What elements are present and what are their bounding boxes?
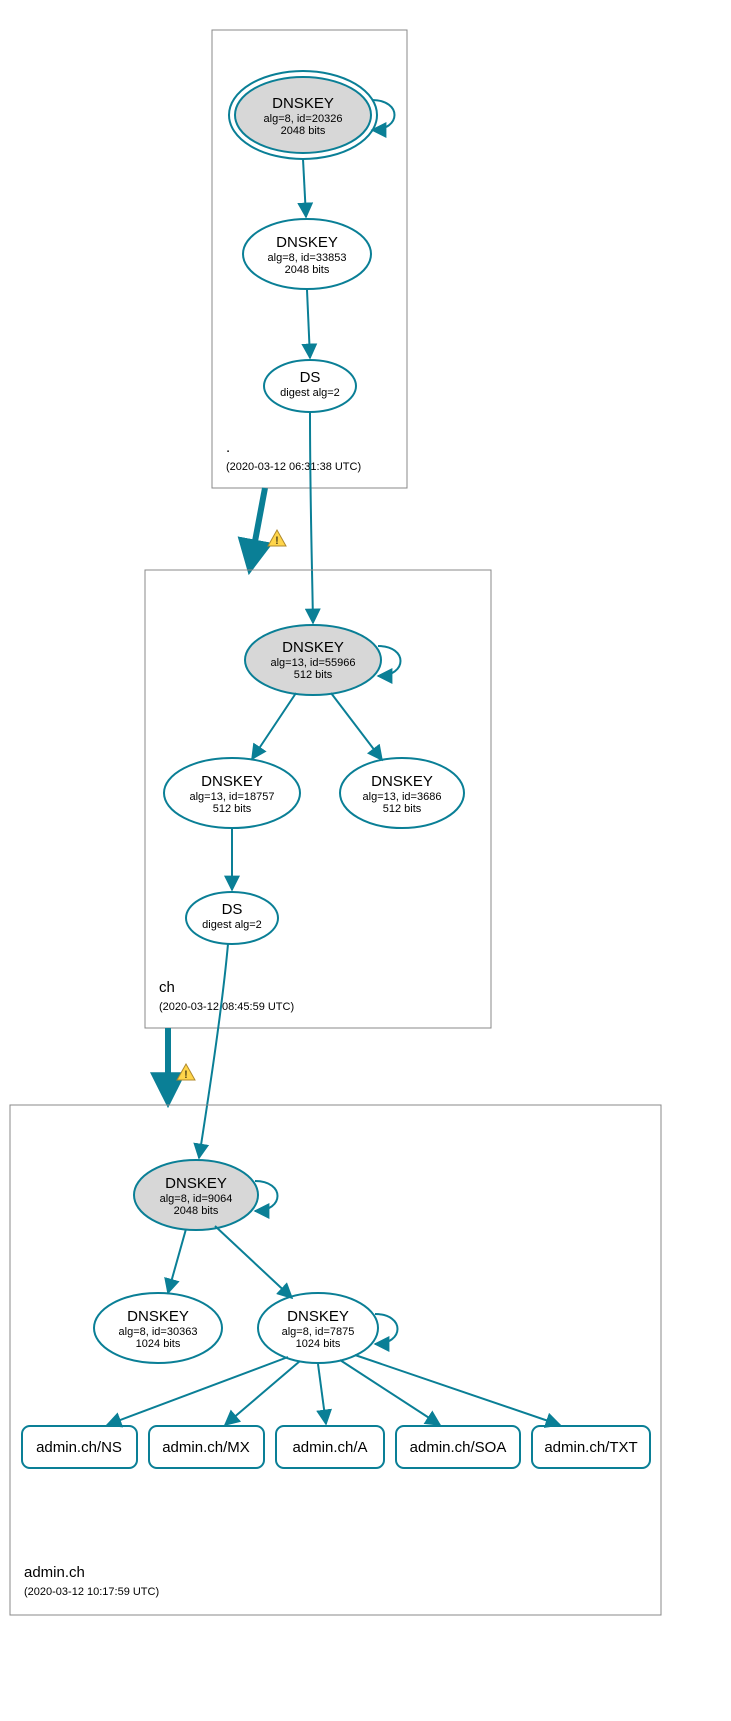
rrset-soa: admin.ch/SOA xyxy=(396,1426,520,1468)
edge-ch-ds-to-admin-ksk xyxy=(199,944,228,1158)
svg-text:512 bits: 512 bits xyxy=(294,669,333,681)
svg-text:alg=13, id=55966: alg=13, id=55966 xyxy=(270,657,355,669)
svg-text:admin.ch/TXT: admin.ch/TXT xyxy=(544,1439,637,1456)
warning-icon: ! xyxy=(177,1064,195,1081)
zone-root-ts: (2020-03-12 06:31:38 UTC) xyxy=(226,461,361,473)
node-root-ds: DS digest alg=2 xyxy=(264,360,356,412)
dnssec-diagram: . (2020-03-12 06:31:38 UTC) DNSKEY alg=8… xyxy=(0,0,731,1721)
edge-root-zsk-to-ds xyxy=(307,290,310,358)
edge-ch-ksk-to-zsk2 xyxy=(331,693,382,760)
edge-zsk2-to-soa xyxy=(340,1360,440,1425)
rrset-a: admin.ch/A xyxy=(276,1426,384,1468)
svg-text:DNSKEY: DNSKEY xyxy=(371,773,433,790)
svg-text:alg=13, id=3686: alg=13, id=3686 xyxy=(363,791,442,803)
svg-text:!: ! xyxy=(184,1069,188,1081)
rrset-ns: admin.ch/NS xyxy=(22,1426,137,1468)
svg-text:!: ! xyxy=(275,535,279,547)
svg-text:DNSKEY: DNSKEY xyxy=(282,639,344,656)
svg-text:admin.ch/A: admin.ch/A xyxy=(292,1439,367,1456)
edge-root-ksk-to-zsk xyxy=(303,159,306,217)
svg-text:1024 bits: 1024 bits xyxy=(296,1338,341,1350)
svg-text:DNSKEY: DNSKEY xyxy=(287,1308,349,1325)
svg-text:admin.ch/MX: admin.ch/MX xyxy=(162,1439,250,1456)
svg-text:DS: DS xyxy=(222,901,243,918)
svg-text:alg=13, id=18757: alg=13, id=18757 xyxy=(189,791,274,803)
svg-text:alg=8, id=33853: alg=8, id=33853 xyxy=(268,252,347,264)
svg-text:alg=8, id=7875: alg=8, id=7875 xyxy=(282,1326,355,1338)
svg-text:DS: DS xyxy=(300,369,321,386)
edge-zsk2-to-a xyxy=(318,1364,326,1424)
edge-root-to-ch-zone xyxy=(250,488,265,568)
edge-root-ds-to-ch-ksk xyxy=(310,412,313,623)
edge-zsk2-to-ns xyxy=(107,1357,288,1425)
svg-text:DNSKEY: DNSKEY xyxy=(165,1175,227,1192)
svg-text:admin.ch/NS: admin.ch/NS xyxy=(36,1439,122,1456)
rrset-txt: admin.ch/TXT xyxy=(532,1426,650,1468)
zone-ch-name: ch xyxy=(159,979,175,996)
node-ch-zsk1: DNSKEY alg=13, id=18757 512 bits xyxy=(164,758,300,828)
rrset-mx: admin.ch/MX xyxy=(149,1426,264,1468)
svg-text:512 bits: 512 bits xyxy=(213,803,252,815)
node-admin-zsk1: DNSKEY alg=8, id=30363 1024 bits xyxy=(94,1293,222,1363)
warning-icon: ! xyxy=(268,530,286,547)
zone-ch: ch (2020-03-12 08:45:59 UTC) DNSKEY alg=… xyxy=(145,570,491,1028)
svg-text:DNSKEY: DNSKEY xyxy=(201,773,263,790)
zone-admin-ts: (2020-03-12 10:17:59 UTC) xyxy=(24,1586,159,1598)
edge-ch-ksk-to-zsk1 xyxy=(252,693,296,759)
node-admin-zsk2: DNSKEY alg=8, id=7875 1024 bits xyxy=(258,1293,378,1363)
zone-ch-ts: (2020-03-12 08:45:59 UTC) xyxy=(159,1001,294,1013)
zone-admin-name: admin.ch xyxy=(24,1564,85,1581)
node-ch-zsk2: DNSKEY alg=13, id=3686 512 bits xyxy=(340,758,464,828)
svg-text:DNSKEY: DNSKEY xyxy=(127,1308,189,1325)
node-root-zsk: DNSKEY alg=8, id=33853 2048 bits xyxy=(243,219,371,289)
edge-admin-ksk-to-zsk1 xyxy=(168,1229,186,1293)
svg-text:2048 bits: 2048 bits xyxy=(285,264,330,276)
edge-admin-ksk-to-zsk2 xyxy=(215,1226,292,1298)
svg-text:DNSKEY: DNSKEY xyxy=(272,95,334,112)
zone-admin: admin.ch (2020-03-12 10:17:59 UTC) DNSKE… xyxy=(10,1105,661,1615)
node-admin-ksk: DNSKEY alg=8, id=9064 2048 bits xyxy=(134,1160,258,1230)
svg-text:alg=8, id=30363: alg=8, id=30363 xyxy=(119,1326,198,1338)
svg-text:DNSKEY: DNSKEY xyxy=(276,234,338,251)
node-root-ksk: DNSKEY alg=8, id=20326 2048 bits xyxy=(229,71,377,159)
svg-text:2048 bits: 2048 bits xyxy=(174,1205,219,1217)
svg-text:digest alg=2: digest alg=2 xyxy=(280,387,340,399)
edge-zsk2-to-mx xyxy=(225,1361,300,1425)
svg-text:1024 bits: 1024 bits xyxy=(136,1338,181,1350)
svg-text:alg=8, id=9064: alg=8, id=9064 xyxy=(160,1193,233,1205)
svg-text:2048 bits: 2048 bits xyxy=(281,125,326,137)
svg-text:512 bits: 512 bits xyxy=(383,803,422,815)
node-ch-ksk: DNSKEY alg=13, id=55966 512 bits xyxy=(245,625,381,695)
node-ch-ds: DS digest alg=2 xyxy=(186,892,278,944)
zone-root-name: . xyxy=(226,439,230,456)
svg-text:alg=8, id=20326: alg=8, id=20326 xyxy=(264,113,343,125)
svg-text:digest alg=2: digest alg=2 xyxy=(202,919,262,931)
svg-text:admin.ch/SOA: admin.ch/SOA xyxy=(410,1439,507,1456)
